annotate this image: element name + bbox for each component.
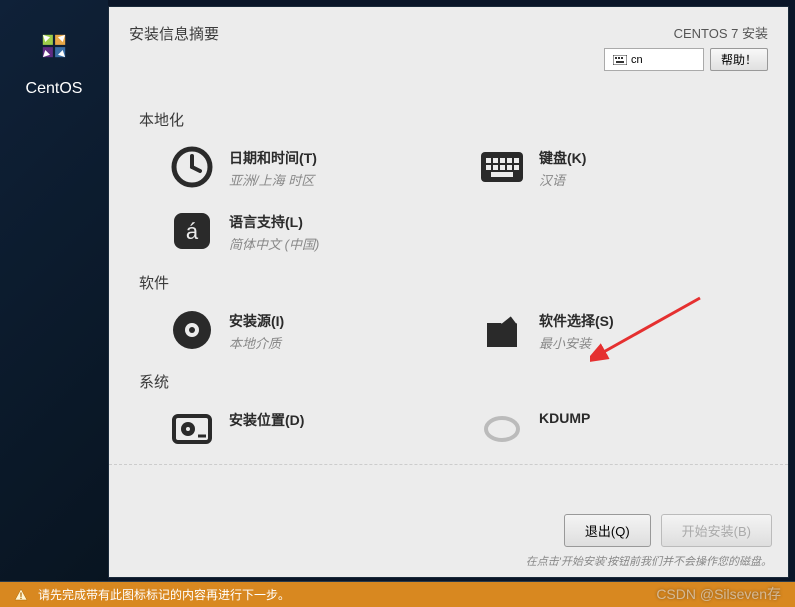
spoke-title: 日期和时间(T) [229, 148, 317, 168]
language-icon: á [169, 208, 215, 254]
spoke-language[interactable]: á 语言支持(L) 简体中文 (中国) [169, 208, 419, 254]
spoke-kdump[interactable]: KDUMP [479, 406, 729, 452]
footer-note: 在点击'开始安装'按钮前我们并不会操作您的磁盘。 [526, 553, 772, 569]
spoke-status: 亚洲/上海 时区 [229, 170, 317, 189]
spoke-title: KDUMP [539, 410, 590, 426]
section-system: 系统 [139, 371, 758, 392]
spoke-title: 安装位置(D) [229, 410, 304, 430]
brand-name: CentOS [26, 80, 83, 97]
lang-code: cn [631, 54, 643, 66]
spoke-title: 键盘(K) [539, 148, 586, 168]
spoke-installation-destination[interactable]: 安装位置(D) [169, 406, 419, 452]
quit-button[interactable]: 退出(Q) [564, 514, 651, 547]
spoke-title: 安装源(I) [229, 311, 284, 331]
section-localization: 本地化 [139, 109, 758, 130]
main-panel: 安装信息摘要 CENTOS 7 安装 cn 帮助！ 本地化 日期和时间(T) 亚… [108, 6, 789, 578]
kdump-icon [479, 406, 525, 452]
page-title: 安装信息摘要 [129, 23, 219, 71]
svg-text:á: á [186, 219, 199, 244]
spoke-software-selection[interactable]: 软件选择(S) 最小安装 [479, 307, 729, 353]
spoke-keyboard[interactable]: 键盘(K) 汉语 [479, 144, 729, 190]
package-icon [479, 307, 525, 353]
spoke-title: 软件选择(S) [539, 311, 614, 331]
keyboard-icon [479, 144, 525, 190]
keyboard-layout-indicator[interactable]: cn [604, 48, 704, 71]
harddrive-icon [169, 406, 215, 452]
centos-logo: CentOS [18, 18, 90, 98]
spoke-datetime[interactable]: 日期和时间(T) 亚洲/上海 时区 [169, 144, 419, 190]
disc-icon [169, 307, 215, 353]
product-name: CENTOS 7 安装 [604, 23, 768, 42]
spoke-installation-source[interactable]: 安装源(I) 本地介质 [169, 307, 419, 353]
warning-icon: ! [14, 588, 28, 602]
spoke-title: 语言支持(L) [229, 212, 319, 232]
spoke-status: 本地介质 [229, 333, 284, 352]
spoke-status: 最小安装 [539, 333, 614, 352]
svg-text:!: ! [20, 591, 23, 601]
warning-bar: ! 请先完成带有此图标标记的内容再进行下一步。 [0, 581, 795, 607]
section-software: 软件 [139, 272, 758, 293]
spoke-status: 简体中文 (中国) [229, 234, 319, 253]
warning-text: 请先完成带有此图标标记的内容再进行下一步。 [38, 586, 290, 603]
begin-install-button[interactable]: 开始安装(B) [661, 514, 772, 547]
clock-icon [169, 144, 215, 190]
help-button[interactable]: 帮助！ [710, 48, 768, 71]
spoke-status: 汉语 [539, 170, 586, 189]
